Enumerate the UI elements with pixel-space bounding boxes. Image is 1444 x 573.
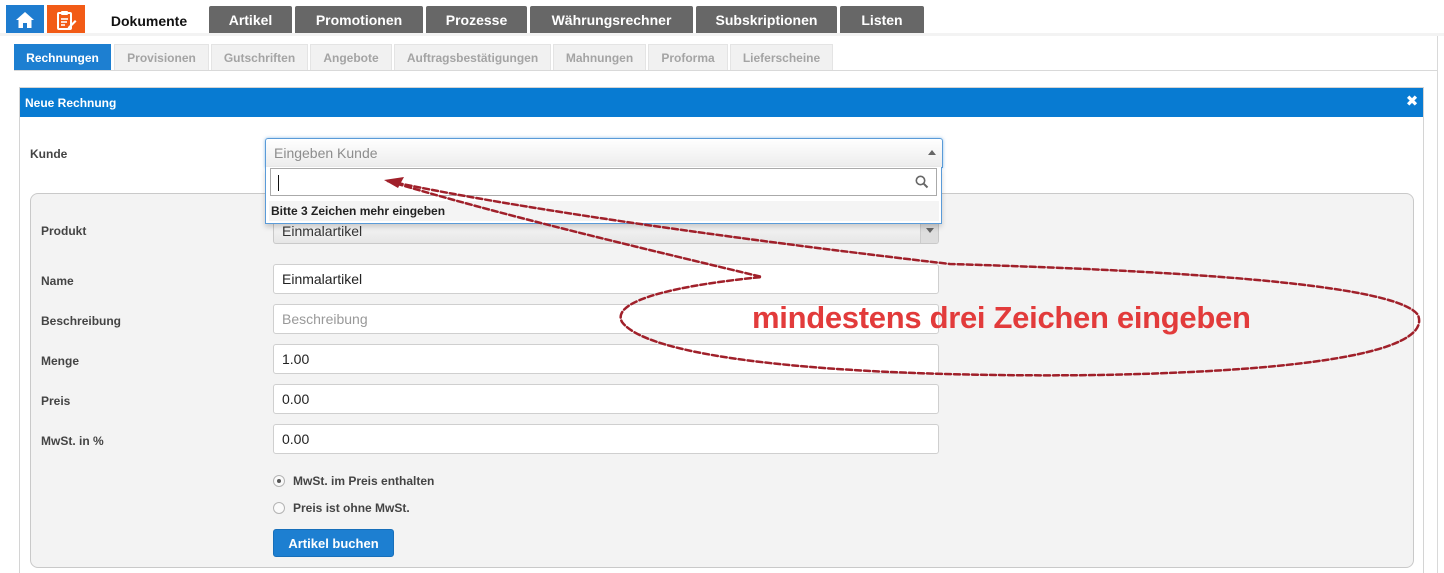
preis-value: 0.00 bbox=[282, 391, 310, 407]
produkt-value: Einmalartikel bbox=[282, 223, 363, 239]
subtab-provisionen[interactable]: Provisionen bbox=[114, 44, 209, 71]
name-field[interactable]: Einmalartikel bbox=[273, 264, 939, 294]
kunde-placeholder: Eingeben Kunde bbox=[274, 145, 378, 161]
produkt-select[interactable]: Einmalartikel bbox=[273, 222, 939, 244]
close-icon[interactable]: ✖ bbox=[1405, 93, 1419, 111]
kunde-select[interactable]: Eingeben Kunde bbox=[265, 138, 943, 168]
subtab-gutschriften[interactable]: Gutschriften bbox=[211, 44, 308, 71]
text-caret bbox=[278, 175, 279, 191]
beschreibung-placeholder: Beschreibung bbox=[282, 311, 368, 327]
search-icon bbox=[915, 175, 929, 189]
radio-mwst-included[interactable]: MwSt. im Preis enthalten bbox=[273, 473, 434, 489]
main-nav: Dokumente Artikel Promotionen Prozesse W… bbox=[0, 0, 1444, 36]
mwst-label: MwSt. in % bbox=[41, 434, 104, 448]
mwst-value: 0.00 bbox=[282, 431, 310, 447]
menge-label: Menge bbox=[41, 354, 80, 368]
panel-header: Neue Rechnung ✖ bbox=[20, 88, 1423, 117]
tab-dokumente[interactable]: Dokumente bbox=[92, 6, 206, 36]
beschreibung-label: Beschreibung bbox=[41, 314, 122, 328]
kunde-search-input[interactable] bbox=[270, 168, 937, 196]
kunde-dropdown: Bitte 3 Zeichen mehr eingeben bbox=[265, 167, 942, 224]
preis-field[interactable]: 0.00 bbox=[273, 384, 939, 414]
radio-button[interactable] bbox=[273, 475, 285, 487]
chevron-down-icon bbox=[926, 228, 934, 233]
home-icon bbox=[16, 11, 34, 28]
subtab-auftragsbestaetigungen[interactable]: Auftragsbestätigungen bbox=[394, 44, 551, 71]
subtab-angebote[interactable]: Angebote bbox=[310, 44, 392, 71]
subtab-mahnungen[interactable]: Mahnungen bbox=[553, 44, 646, 71]
article-form-box bbox=[30, 193, 1414, 568]
subtab-divider bbox=[14, 70, 1438, 71]
kunde-label: Kunde bbox=[30, 147, 68, 161]
subtab-rechnungen[interactable]: Rechnungen bbox=[14, 44, 111, 71]
name-label: Name bbox=[41, 274, 74, 288]
panel-title: Neue Rechnung bbox=[25, 95, 117, 110]
book-article-button[interactable]: Artikel buchen bbox=[273, 529, 394, 557]
name-value: Einmalartikel bbox=[282, 271, 363, 287]
tab-promotionen[interactable]: Promotionen bbox=[295, 6, 423, 34]
home-button[interactable] bbox=[6, 5, 44, 34]
radio-mwst-excluded[interactable]: Preis ist ohne MwSt. bbox=[273, 500, 410, 516]
produkt-dropdown-toggle[interactable] bbox=[920, 222, 938, 243]
menge-value: 1.00 bbox=[282, 351, 310, 367]
tab-prozesse[interactable]: Prozesse bbox=[426, 6, 527, 34]
tab-artikel[interactable]: Artikel bbox=[209, 6, 292, 34]
subtab-lieferscheine[interactable]: Lieferscheine bbox=[730, 44, 833, 71]
documents-button[interactable] bbox=[47, 5, 85, 34]
mwst-field[interactable]: 0.00 bbox=[273, 424, 939, 454]
menge-field[interactable]: 1.00 bbox=[273, 344, 939, 374]
tab-waehrungsrechner[interactable]: Währungsrechner bbox=[530, 6, 693, 34]
tab-subskriptionen[interactable]: Subskriptionen bbox=[696, 6, 837, 34]
chevron-up-icon bbox=[928, 150, 936, 155]
document-edit-icon bbox=[57, 10, 77, 30]
radio-label: MwSt. im Preis enthalten bbox=[293, 474, 435, 488]
dropdown-hint-message: Bitte 3 Zeichen mehr eingeben bbox=[269, 201, 939, 221]
produkt-label: Produkt bbox=[41, 224, 87, 238]
radio-label: Preis ist ohne MwSt. bbox=[293, 501, 410, 515]
content-border bbox=[1437, 36, 1438, 573]
subtab-proforma[interactable]: Proforma bbox=[648, 44, 728, 71]
preis-label: Preis bbox=[41, 394, 71, 408]
radio-button[interactable] bbox=[273, 502, 285, 514]
annotation-text: mindestens drei Zeichen eingeben bbox=[752, 300, 1251, 335]
tab-listen[interactable]: Listen bbox=[840, 6, 924, 34]
